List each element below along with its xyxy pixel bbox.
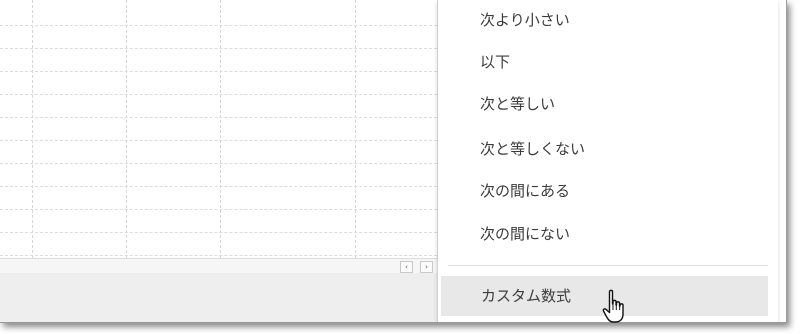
- menu-item-not-between[interactable]: 次の間にない: [438, 214, 778, 254]
- menu-item-label: 次より小さい: [480, 11, 570, 29]
- hand-pointer-icon: [602, 289, 624, 323]
- scroll-left-button[interactable]: ‹: [400, 261, 413, 273]
- row-divider: [0, 186, 437, 187]
- column-divider: [126, 0, 127, 258]
- horizontal-scrollbar[interactable]: ‹ ›: [0, 258, 437, 274]
- column-divider: [220, 0, 221, 258]
- sheet-tab-bar: [0, 273, 437, 322]
- row-divider: [0, 117, 437, 118]
- row-divider: [0, 255, 437, 256]
- row-divider: [0, 48, 437, 49]
- row-divider: [0, 71, 437, 72]
- menu-item-not-equal-to[interactable]: 次と等しくない: [438, 129, 778, 169]
- column-divider: [32, 0, 33, 258]
- menu-item-label: 次と等しくない: [480, 140, 586, 158]
- row-divider: [0, 163, 437, 164]
- menu-item-less-than[interactable]: 次より小さい: [438, 0, 778, 40]
- menu-item-equal-to[interactable]: 次と等しい: [438, 84, 778, 124]
- menu-item-less-than-or-equal[interactable]: 以下: [438, 42, 778, 82]
- row-divider: [0, 209, 437, 210]
- menu-item-label: 以下: [480, 53, 511, 71]
- row-divider: [0, 25, 437, 26]
- menu-item-label: 次の間にない: [480, 225, 571, 243]
- menu-item-between[interactable]: 次の間にある: [438, 171, 778, 211]
- row-divider: [0, 140, 437, 141]
- spreadsheet-grid[interactable]: [0, 0, 437, 258]
- condition-dropdown-menu: 次より小さい 以下 次と等しい 次と等しくない 次の間にある 次の間にない カス…: [437, 0, 778, 322]
- scroll-right-button[interactable]: ›: [420, 261, 433, 273]
- menu-item-label: カスタム数式: [481, 287, 572, 305]
- row-divider: [0, 94, 437, 95]
- row-divider: [0, 232, 437, 233]
- column-divider: [355, 0, 356, 258]
- menu-item-label: 次の間にある: [480, 182, 571, 200]
- app-window: ‹ › 次より小さい 以下 次と等しい 次と等しくない 次の間にある 次の間にな…: [0, 0, 787, 323]
- menu-separator: [448, 265, 768, 266]
- menu-item-label: 次と等しい: [480, 95, 556, 113]
